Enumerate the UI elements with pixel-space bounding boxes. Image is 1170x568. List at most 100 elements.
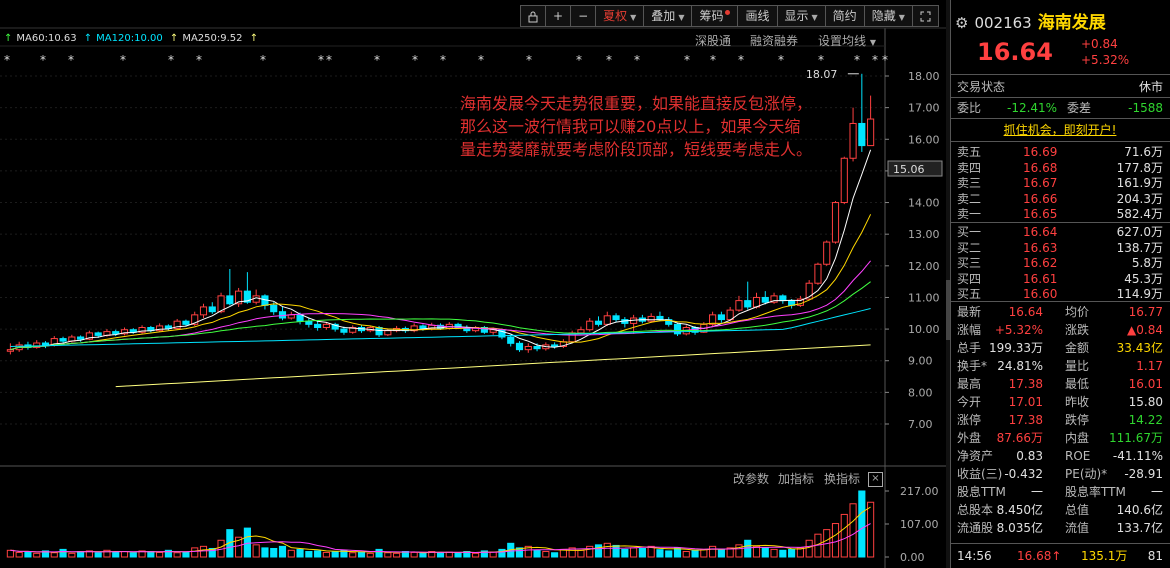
volume-bar bbox=[577, 549, 585, 558]
candle-body bbox=[226, 295, 234, 305]
volume-bar bbox=[366, 552, 374, 558]
stat-label: PE(动)* bbox=[1065, 467, 1108, 481]
price-tick-label: 10.00 bbox=[908, 323, 940, 336]
tick-volume: 135.1万 bbox=[1081, 549, 1128, 563]
overlay-dropdown[interactable]: 叠加 ▼ bbox=[643, 5, 693, 27]
hide-dropdown[interactable]: 隐藏 ▼ bbox=[863, 5, 913, 27]
stat-label: 涨停 bbox=[957, 413, 982, 427]
volume-bar bbox=[612, 544, 620, 558]
volume-bar bbox=[15, 551, 23, 558]
stat-value: 133.7亿 bbox=[1116, 521, 1163, 535]
stat-value: 16.64 bbox=[1008, 305, 1043, 319]
volume-bar bbox=[665, 550, 673, 558]
stat-label: 昨收 bbox=[1065, 395, 1090, 409]
price-tick-label: 18.00 bbox=[908, 70, 940, 83]
volume-bar bbox=[419, 552, 427, 558]
price-tick-label: 14.00 bbox=[908, 197, 940, 210]
candle-body bbox=[577, 329, 585, 334]
trading-status-label: 交易状态 bbox=[957, 80, 1006, 94]
add-indicator-button[interactable]: 加指标 bbox=[778, 470, 814, 487]
order-diff-label: 委差 bbox=[1067, 101, 1092, 115]
volume-bar bbox=[551, 552, 559, 558]
last-price: 16.64 bbox=[977, 38, 1053, 66]
candle-body bbox=[823, 241, 831, 265]
fullscreen-icon[interactable] bbox=[911, 5, 939, 27]
stat-value: 111.67万 bbox=[1109, 431, 1163, 445]
price-tick-label: 16.00 bbox=[908, 133, 940, 146]
event-marker-icon: * bbox=[318, 53, 324, 67]
event-marker-icon: * bbox=[738, 53, 744, 67]
display-dropdown[interactable]: 显示 ▼ bbox=[776, 5, 826, 27]
order-ratio-row: 委比 -12.41% 委差 -1588 bbox=[957, 99, 1163, 117]
ask-row: 卖一 16.65 582.4万 bbox=[957, 205, 1163, 223]
candle-body bbox=[849, 122, 857, 159]
chevron-down-icon: ▼ bbox=[630, 13, 637, 22]
change-params-button[interactable]: 改参数 bbox=[733, 470, 769, 487]
draw-line-button[interactable]: 画线 bbox=[737, 5, 778, 27]
volume-bar bbox=[6, 549, 14, 558]
switch-indicator-button[interactable]: 换指标 bbox=[824, 470, 860, 487]
stat-label: 总值 bbox=[1065, 503, 1090, 517]
stat-label: 外盘 bbox=[957, 431, 982, 445]
volume-bar bbox=[357, 551, 366, 558]
candle-body bbox=[515, 342, 524, 351]
price-tick-label: 8.00 bbox=[908, 386, 933, 399]
kline-chart-area[interactable]: 18.0017.0016.0015.0014.0013.0012.0011.00… bbox=[0, 0, 946, 568]
bid-row: 买五 16.60 114.9万 bbox=[957, 285, 1163, 303]
stat-label: ROE bbox=[1065, 449, 1091, 463]
lock-icon[interactable] bbox=[520, 5, 546, 27]
bid-volume: 114.9万 bbox=[1116, 287, 1163, 301]
stat-value: 1.17 bbox=[1136, 359, 1163, 373]
chips-button[interactable]: 筹码 bbox=[691, 5, 739, 27]
volume-bar bbox=[94, 552, 102, 558]
volume-bar bbox=[173, 552, 181, 558]
margin-trading-link[interactable]: 融资融券 bbox=[750, 32, 798, 49]
price-tick-label: 7.00 bbox=[908, 418, 933, 431]
simple-button[interactable]: 简约 bbox=[824, 5, 865, 27]
tick-price: 16.68↑ bbox=[1017, 547, 1061, 565]
volume-bar bbox=[243, 527, 251, 558]
volume-bar bbox=[278, 545, 287, 558]
stat-label: 最低 bbox=[1065, 377, 1090, 391]
stat-label: 流通股 bbox=[957, 521, 994, 535]
stats-row: 股息TTM 一 股息率TTM 一 bbox=[957, 483, 1163, 501]
candle-body bbox=[296, 314, 304, 322]
candle-body bbox=[199, 306, 208, 316]
zoom-in-button[interactable]: + bbox=[545, 5, 572, 27]
candle-body bbox=[551, 344, 559, 347]
volume-bar bbox=[744, 539, 752, 558]
event-marker-icon: * bbox=[68, 53, 74, 67]
gear-icon[interactable]: ⚙ bbox=[955, 14, 968, 32]
stat-value: -0.432 bbox=[1004, 467, 1043, 481]
hk-connect-link[interactable]: 深股通 bbox=[695, 32, 731, 49]
event-marker-icon: * bbox=[684, 53, 690, 67]
volume-bar bbox=[630, 547, 638, 558]
adjust-rights-dropdown[interactable]: 夏权 ▼ bbox=[595, 5, 645, 27]
volume-bar bbox=[805, 539, 813, 558]
volume-bar bbox=[393, 552, 401, 558]
volume-bar bbox=[489, 551, 497, 558]
open-account-label: 抓住机会，即刻开户! bbox=[1003, 123, 1117, 137]
candle-body bbox=[744, 300, 752, 308]
notification-dot-icon bbox=[725, 10, 731, 15]
event-marker-icon: * bbox=[40, 53, 46, 67]
ma-settings-link[interactable]: 设置均线 ▼ bbox=[818, 32, 876, 49]
close-icon[interactable]: × bbox=[868, 472, 883, 487]
candle-body bbox=[261, 295, 269, 306]
candle-body bbox=[814, 263, 822, 284]
candle-body bbox=[603, 315, 611, 325]
open-account-link[interactable]: 抓住机会，即刻开户! bbox=[957, 121, 1163, 139]
candle-body bbox=[270, 304, 278, 313]
volume-bar bbox=[156, 551, 164, 558]
ask-label: 卖一 bbox=[957, 207, 982, 221]
event-marker-icon: * bbox=[440, 53, 446, 67]
divider bbox=[951, 118, 1170, 119]
zoom-out-button[interactable]: − bbox=[570, 5, 597, 27]
candle-body bbox=[322, 323, 330, 329]
stat-label: 最新 bbox=[957, 305, 982, 319]
volume-bar bbox=[691, 549, 699, 558]
event-marker-icon: * bbox=[526, 53, 532, 67]
ma-up-arrow-icon: ↑ bbox=[249, 33, 259, 44]
event-marker-icon: * bbox=[576, 53, 582, 67]
candle-body bbox=[779, 295, 787, 302]
